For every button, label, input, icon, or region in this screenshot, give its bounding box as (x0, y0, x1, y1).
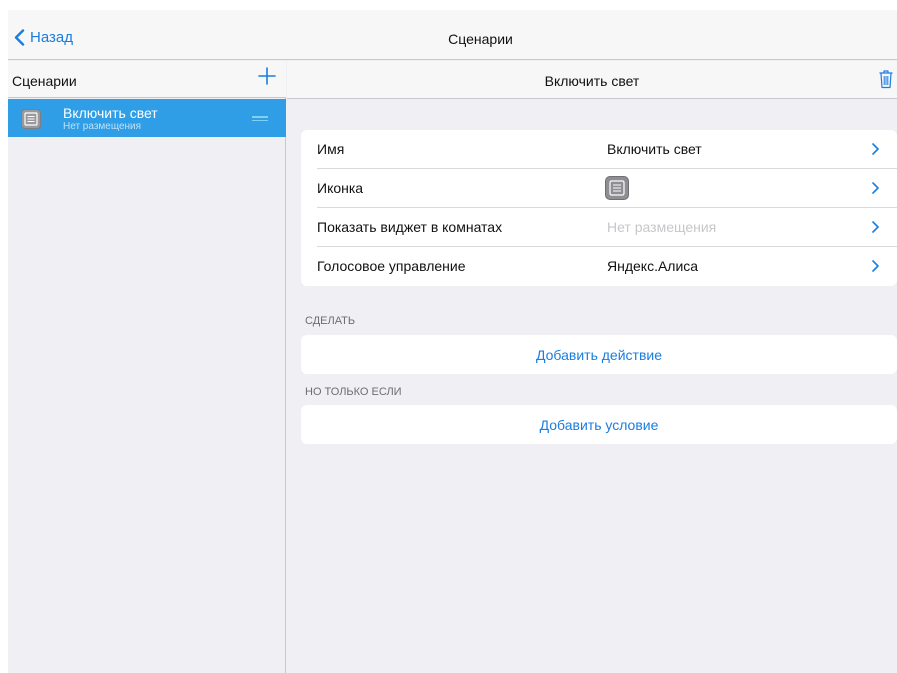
sidebar-header: Сценарии (8, 61, 286, 98)
trash-icon (879, 70, 893, 89)
chevron-right-icon (872, 260, 879, 272)
widget-rooms-row[interactable]: Показать виджет в комнатах Нет размещени… (301, 208, 897, 247)
widget-rooms-value: Нет размещения (607, 219, 717, 235)
name-value: Включить свет (607, 141, 702, 157)
properties-card: Имя Включить свет Иконка Показать виджет… (301, 130, 897, 286)
scene-detail-pane: Включить свет Имя Включить свет Иконка П… (287, 61, 897, 673)
app-window: Назад Сценарии Сценарии Включить свет Не… (8, 10, 897, 673)
drag-handle-icon[interactable] (252, 116, 268, 122)
chevron-right-icon (872, 182, 879, 194)
sidebar-item-scene[interactable]: Включить свет Нет размещения (8, 99, 286, 137)
icon-label: Иконка (317, 180, 364, 196)
scenes-sidebar: Сценарии Включить свет Нет размещения (8, 61, 286, 673)
widget-rooms-label: Показать виджет в комнатах (317, 219, 503, 235)
page-title: Сценарии (448, 31, 513, 47)
name-row[interactable]: Имя Включить свет (301, 130, 897, 169)
add-action-button[interactable]: Добавить действие (301, 335, 897, 374)
chevron-right-icon (872, 221, 879, 233)
add-action-label: Добавить действие (536, 347, 662, 363)
detail-title: Включить свет (544, 73, 640, 89)
add-condition-label: Добавить условие (539, 417, 659, 433)
voice-control-label: Голосовое управление (317, 258, 466, 274)
name-label: Имя (317, 141, 345, 157)
delete-scene-button[interactable] (878, 69, 894, 89)
top-nav-bar: Назад Сценарии (8, 10, 897, 60)
voice-control-row[interactable]: Голосовое управление Яндекс.Алиса (301, 247, 897, 286)
sidebar-title: Сценарии (12, 73, 77, 89)
add-scene-button[interactable] (256, 65, 278, 87)
voice-control-value: Яндекс.Алиса (607, 258, 699, 274)
if-section-label: НО ТОЛЬКО ЕСЛИ (305, 386, 402, 398)
scene-name: Включить свет (63, 105, 158, 121)
do-section-label: СДЕЛАТЬ (305, 315, 356, 327)
plus-icon (258, 67, 276, 85)
add-condition-button[interactable]: Добавить условие (301, 405, 897, 444)
scene-subtitle: Нет размещения (63, 121, 142, 132)
chevron-right-icon (872, 143, 879, 155)
detail-header: Включить свет (287, 61, 897, 99)
icon-row[interactable]: Иконка (301, 169, 897, 208)
list-icon (21, 109, 41, 129)
list-icon (605, 176, 629, 200)
